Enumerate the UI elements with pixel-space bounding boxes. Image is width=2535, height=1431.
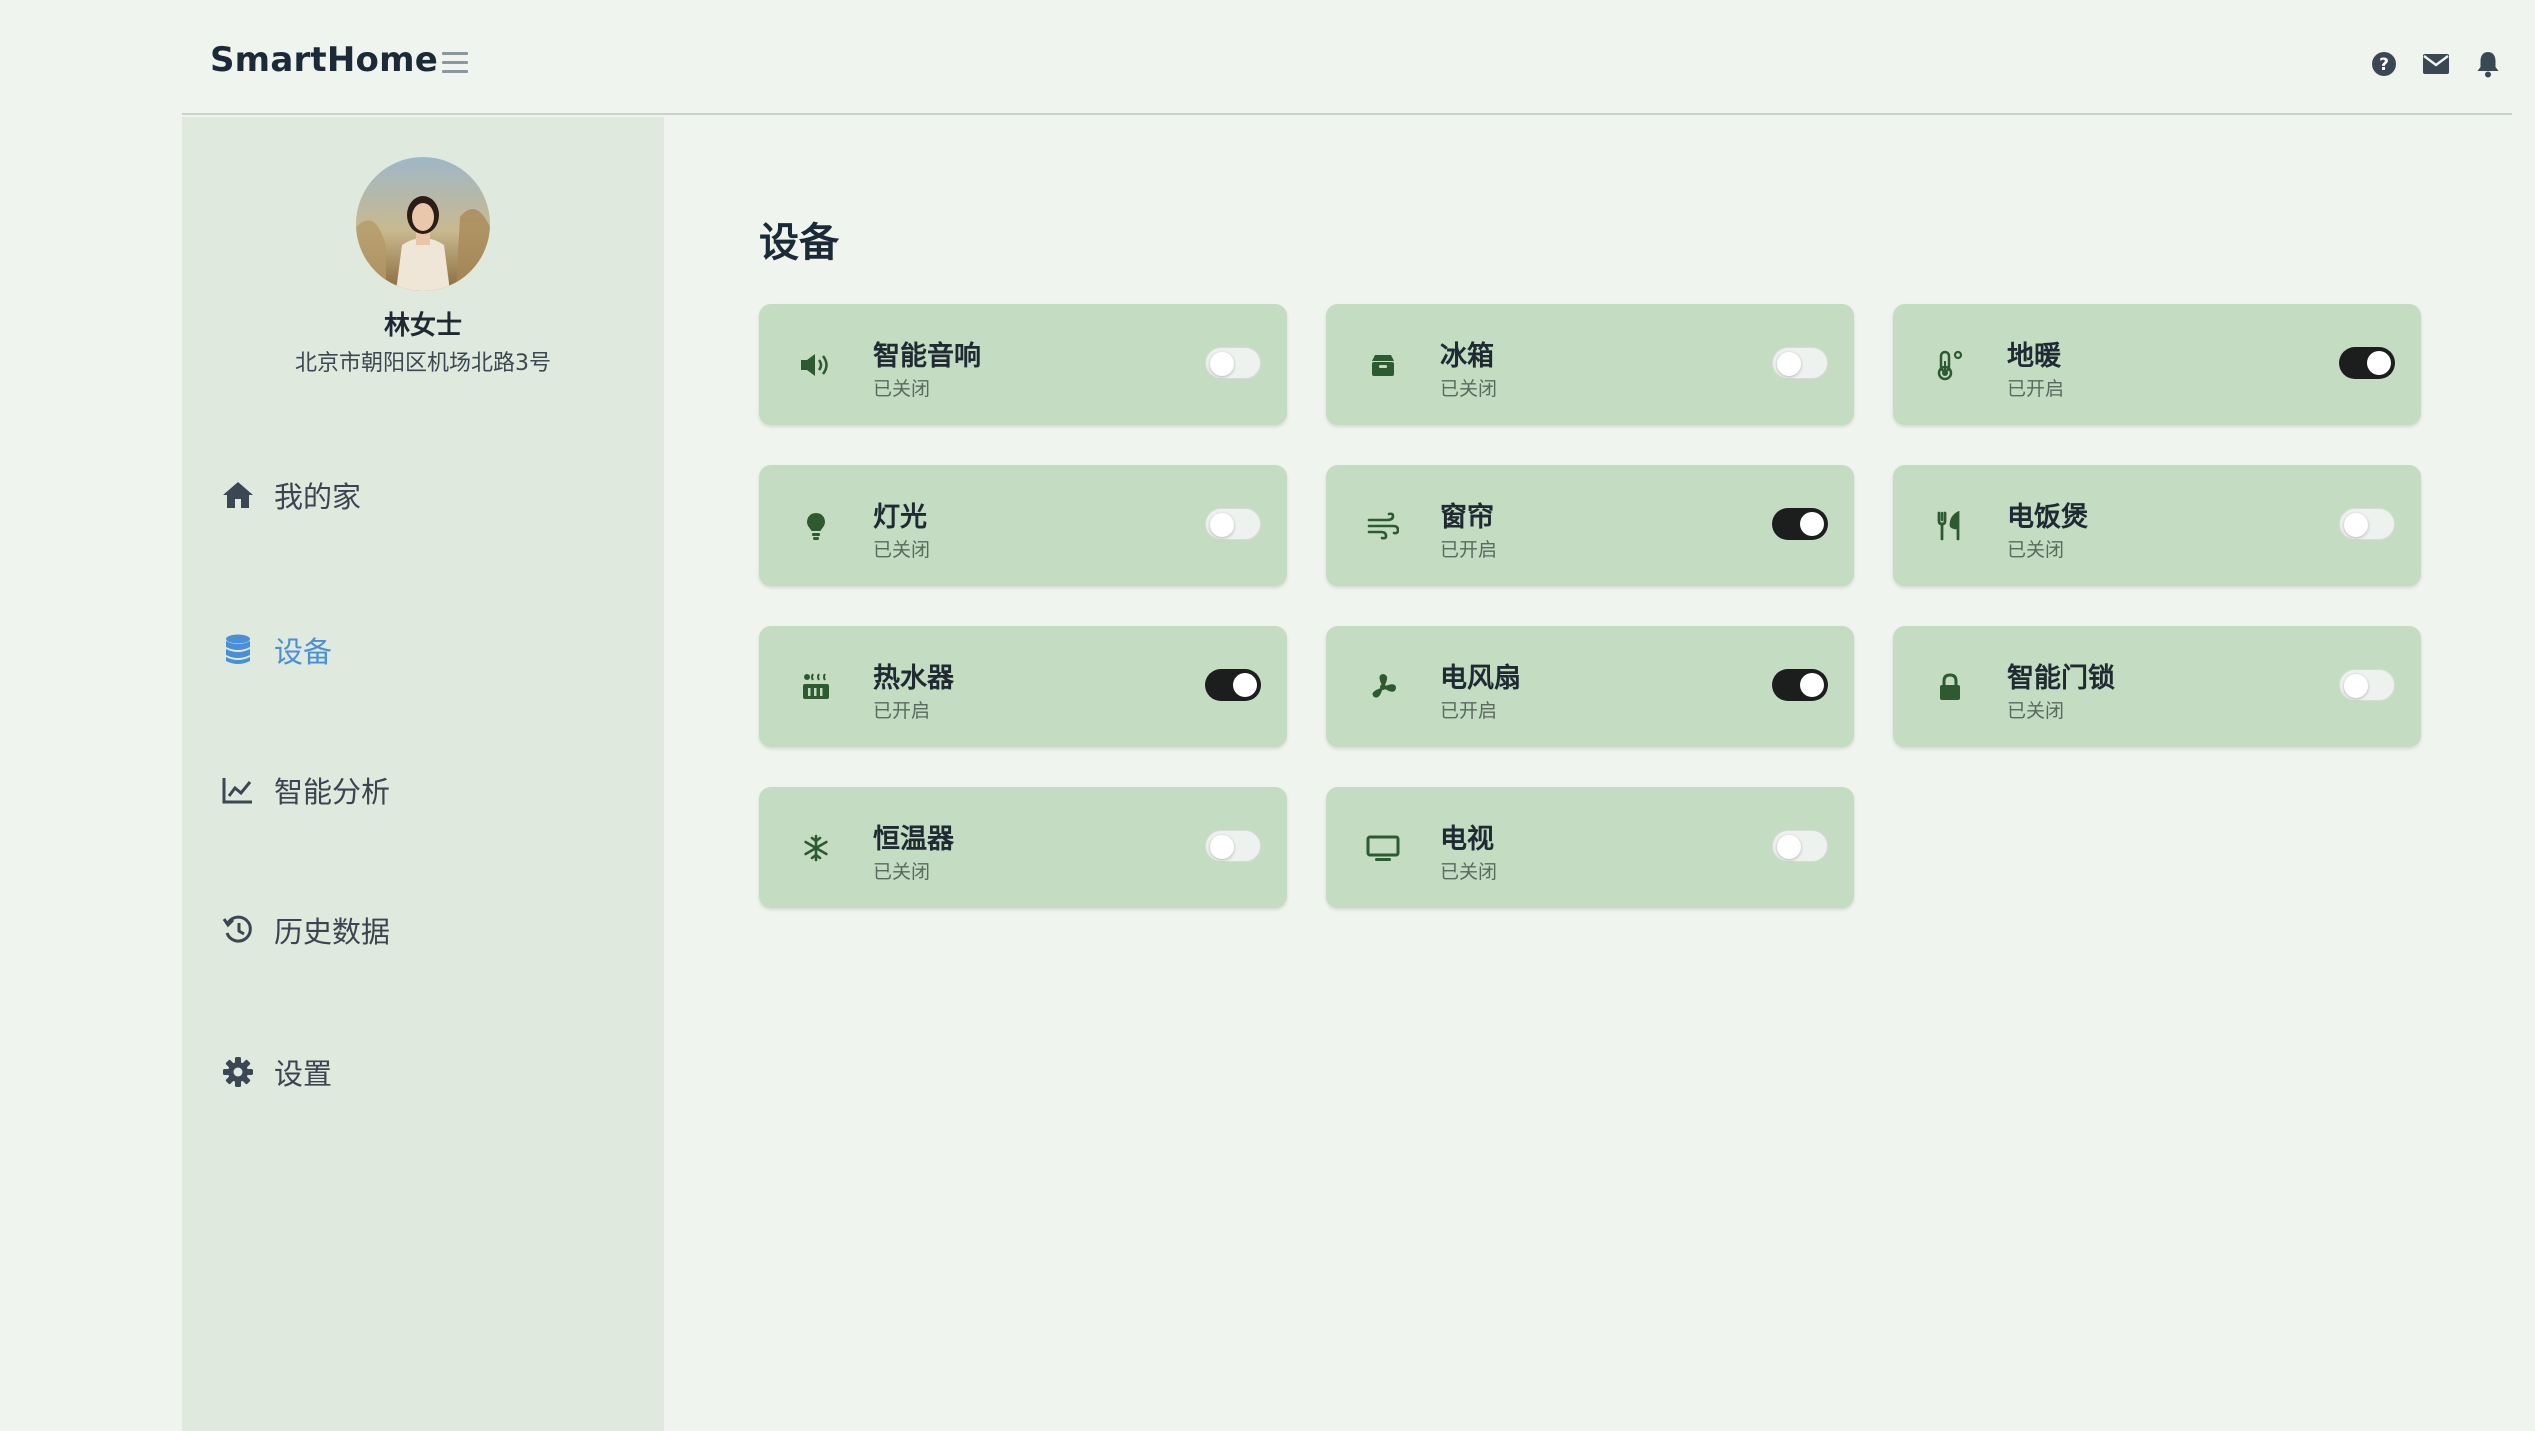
device-status: 已关闭 (1440, 861, 1498, 883)
device-card-rice-cooker[interactable]: 电饭煲 已关闭 (1893, 465, 2421, 586)
help-icon[interactable]: ? (2370, 50, 2398, 78)
page-title: 设备 (759, 220, 839, 266)
device-card-lights[interactable]: 灯光 已关闭 (759, 465, 1287, 586)
device-status: 已开启 (1440, 539, 1498, 561)
device-toggle[interactable] (1205, 347, 1261, 379)
device-name: 恒温器 (873, 824, 954, 855)
thermometer-icon (1933, 348, 1967, 382)
sidebar-item-label: 设备 (274, 635, 333, 669)
snowflake-icon (799, 831, 833, 865)
svg-text:?: ? (2379, 55, 2389, 75)
device-status: 已关闭 (873, 861, 931, 883)
avatar[interactable] (356, 157, 490, 291)
device-name: 热水器 (873, 663, 954, 694)
gear-icon (220, 1054, 256, 1090)
device-card-tv[interactable]: 电视 已关闭 (1326, 787, 1854, 908)
device-name: 智能音响 (873, 341, 981, 372)
history-icon (220, 912, 256, 948)
brand-title[interactable]: SmartHome (210, 40, 438, 80)
device-toggle[interactable] (1205, 508, 1261, 540)
device-status: 已关闭 (1440, 378, 1498, 400)
device-toggle[interactable] (2339, 669, 2395, 701)
sidebar: 林女士 北京市朝阳区机场北路3号 我的家 设备 智能分析 历史数据 设置 (182, 117, 664, 1431)
device-card-thermostat[interactable]: 恒温器 已关闭 (759, 787, 1287, 908)
device-status: 已开启 (2007, 378, 2065, 400)
sidebar-item-analysis[interactable]: 智能分析 (220, 769, 390, 811)
chart-line-icon (220, 772, 256, 808)
tv-icon (1366, 831, 1400, 865)
device-name: 冰箱 (1440, 341, 1494, 372)
sidebar-item-label: 历史数据 (274, 915, 391, 949)
device-name: 电视 (1440, 824, 1494, 855)
wind-icon (1366, 509, 1400, 543)
device-name: 电饭煲 (2007, 502, 2088, 533)
device-toggle[interactable] (1772, 669, 1828, 701)
device-toggle[interactable] (1205, 669, 1261, 701)
sidebar-item-label: 设置 (274, 1057, 333, 1091)
header-actions: ? (2370, 50, 2502, 78)
device-card-fan[interactable]: 电风扇 已开启 (1326, 626, 1854, 747)
bell-icon[interactable] (2474, 50, 2502, 78)
hot-tub-icon (799, 670, 833, 704)
device-toggle[interactable] (1772, 347, 1828, 379)
device-toggle[interactable] (2339, 347, 2395, 379)
user-address: 北京市朝阳区机场北路3号 (295, 351, 551, 376)
device-card-fridge[interactable]: 冰箱 已关闭 (1326, 304, 1854, 425)
sidebar-item-settings[interactable]: 设置 (220, 1051, 332, 1093)
top-bar: SmartHome ? (182, 0, 2512, 115)
database-icon (220, 632, 256, 668)
menu-toggle-icon[interactable] (442, 52, 468, 74)
device-toggle[interactable] (2339, 508, 2395, 540)
device-status: 已关闭 (2007, 700, 2065, 722)
device-status: 已开启 (873, 700, 931, 722)
sidebar-item-home[interactable]: 我的家 (220, 474, 361, 516)
lightbulb-icon (799, 509, 833, 543)
device-card-floor-heating[interactable]: 地暖 已开启 (1893, 304, 2421, 425)
device-name: 智能门锁 (2007, 663, 2115, 694)
home-icon (220, 477, 256, 513)
fan-icon (1366, 670, 1400, 704)
device-card-curtains[interactable]: 窗帘 已开启 (1326, 465, 1854, 586)
speaker-icon (799, 348, 833, 382)
device-name: 地暖 (2007, 341, 2061, 372)
device-status: 已关闭 (2007, 539, 2065, 561)
device-status: 已开启 (1440, 700, 1498, 722)
device-card-water-heater[interactable]: 热水器 已开启 (759, 626, 1287, 747)
device-card-smart-lock[interactable]: 智能门锁 已关闭 (1893, 626, 2421, 747)
device-name: 灯光 (873, 502, 927, 533)
user-name: 林女士 (383, 311, 462, 341)
sidebar-item-history[interactable]: 历史数据 (220, 909, 390, 951)
device-toggle[interactable] (1772, 830, 1828, 862)
utensils-icon (1933, 509, 1967, 543)
sidebar-item-label: 我的家 (274, 480, 362, 514)
device-status: 已关闭 (873, 378, 931, 400)
device-card-smart-speaker[interactable]: 智能音响 已关闭 (759, 304, 1287, 425)
device-toggle[interactable] (1205, 830, 1261, 862)
device-name: 电风扇 (1440, 663, 1521, 694)
mail-icon[interactable] (2422, 50, 2450, 78)
device-toggle[interactable] (1772, 508, 1828, 540)
sidebar-item-label: 智能分析 (274, 775, 391, 809)
sidebar-item-devices[interactable]: 设备 (220, 629, 332, 671)
lock-icon (1933, 670, 1967, 704)
box-icon (1366, 348, 1400, 382)
device-status: 已关闭 (873, 539, 931, 561)
device-name: 窗帘 (1440, 502, 1494, 533)
